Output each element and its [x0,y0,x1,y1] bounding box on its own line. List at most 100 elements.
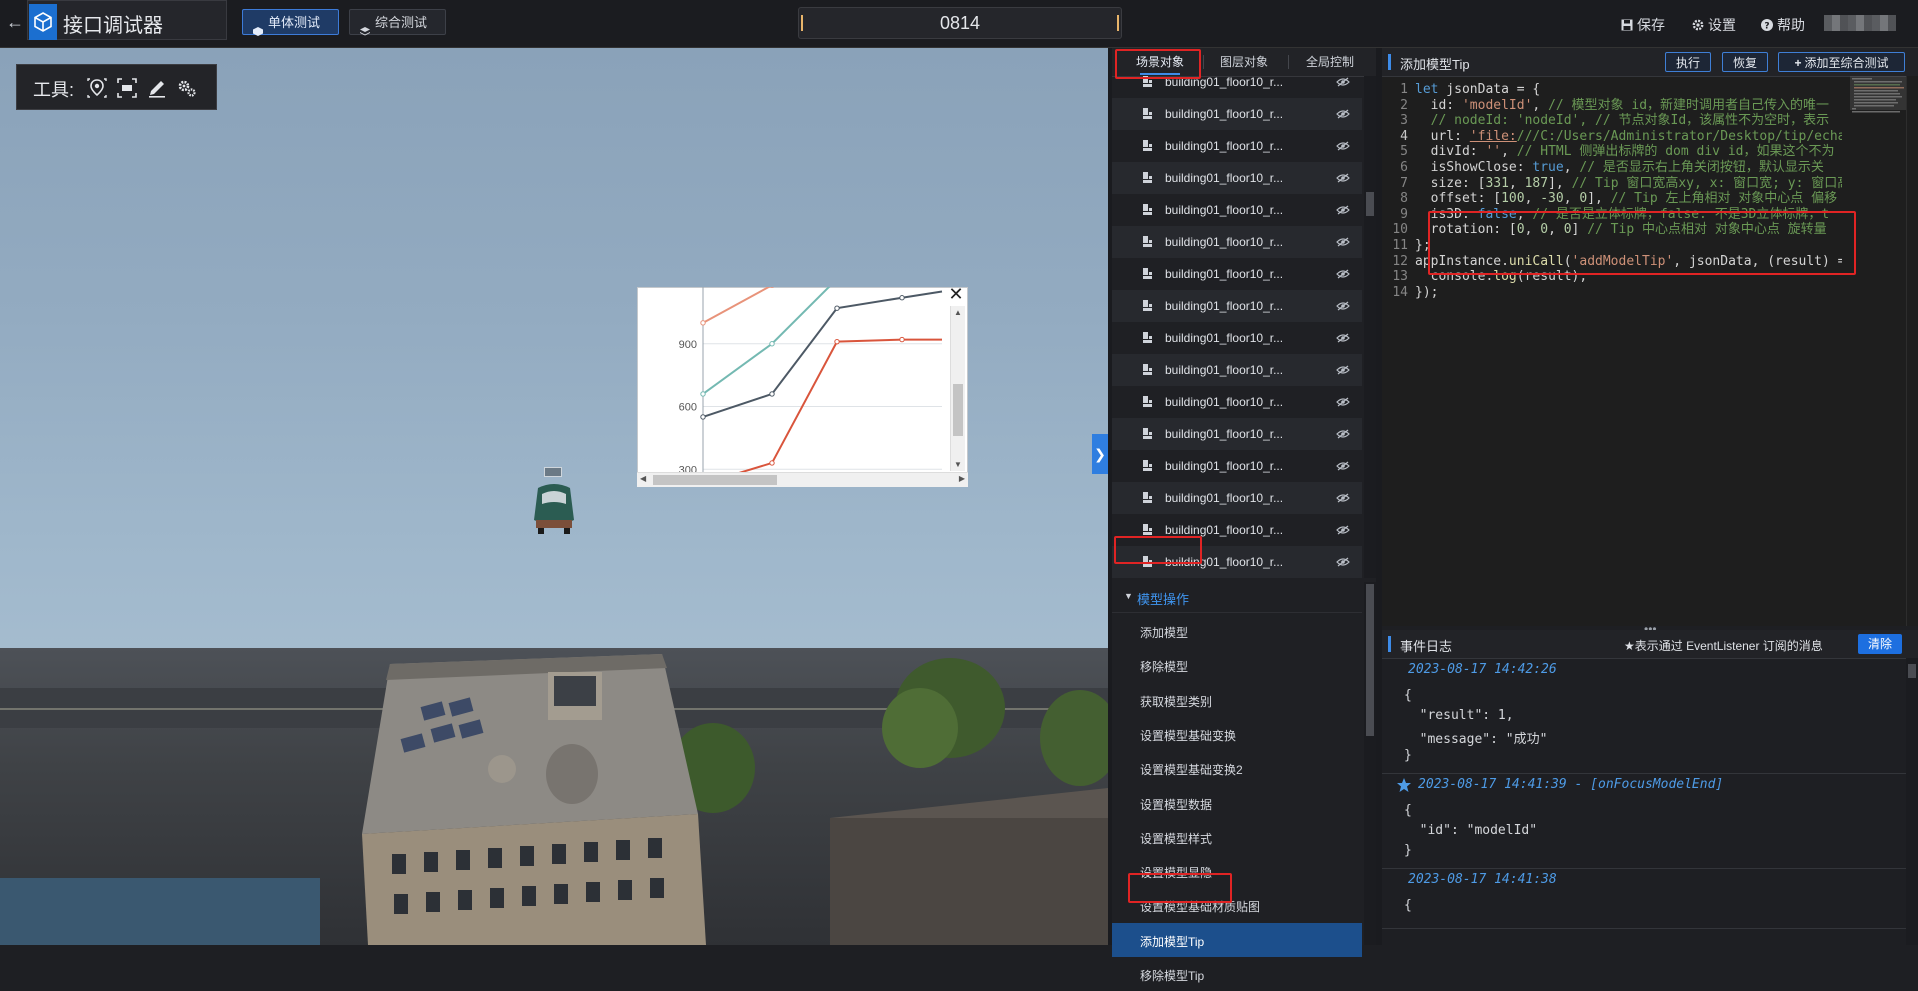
code-line[interactable]: 14}); [1382,283,1842,302]
model-op-item[interactable]: 设置模型显隐 [1112,854,1362,888]
model-op-item[interactable]: 设置模型基础变换 [1112,717,1362,751]
model-ops-scroll-thumb[interactable] [1366,584,1374,736]
scene-list-item[interactable]: building01_floor10_r... [1112,130,1362,162]
scene-list-scrollbar[interactable] [1364,76,1376,578]
code-editor[interactable]: 1let jsonData = {2 id: 'modelId', // 模型对… [1382,76,1918,626]
eye-hidden-icon[interactable] [1336,77,1350,87]
scroll-down-icon[interactable]: ▼ [954,460,962,469]
mode-unit-test-button[interactable]: 单体测试 [242,9,339,35]
scene-list-item[interactable]: building01_floor10_r... [1112,322,1362,354]
tab-scene-objects[interactable]: 场景对象 [1120,48,1200,76]
eye-hidden-icon[interactable] [1336,141,1350,151]
eye-hidden-icon[interactable] [1336,525,1350,535]
help-icon: ? [1761,18,1773,30]
eye-hidden-icon[interactable] [1336,461,1350,471]
log-json-line: } [1404,748,1412,763]
log-json-line: { [1404,898,1412,913]
eye-hidden-icon[interactable] [1336,109,1350,119]
tip-vertical-scroll-thumb[interactable] [953,384,963,436]
model-op-item[interactable]: 设置模型基础变换2 [1112,751,1362,785]
frame-select-icon[interactable] [117,78,137,98]
scroll-up-icon[interactable]: ▲ [954,308,962,317]
close-icon[interactable]: ✕ [948,286,964,302]
scene-list-item[interactable]: building01_floor10_r... [1112,482,1362,514]
restore-button[interactable]: 恢复 [1722,52,1768,72]
scene-list-item[interactable]: building01_floor10_r... [1112,194,1362,226]
eye-hidden-icon[interactable] [1336,557,1350,567]
scene-list-item[interactable]: building01_floor10_r... [1112,386,1362,418]
scroll-right-icon[interactable]: ▶ [959,474,965,483]
scene-list-item[interactable]: building01_floor10_r... [1112,98,1362,130]
tip-horizontal-scroll-thumb[interactable] [653,475,777,485]
scene-object-panel: 场景对象 图层对象 全局控制 building01_floor10_r...bu… [1112,48,1376,945]
eye-hidden-icon[interactable] [1336,365,1350,375]
model-op-item[interactable]: 添加模型Tip [1112,923,1362,957]
model-op-item[interactable]: 移除模型 [1112,648,1362,682]
scene-list-item[interactable]: building01_floor10_r... [1112,418,1362,450]
model-op-item[interactable]: 设置模型基础材质贴图 [1112,888,1362,922]
model-op-item[interactable]: 获取模型类别 [1112,683,1362,717]
eye-hidden-icon[interactable] [1336,237,1350,247]
scene-list-item[interactable]: building01_floor10_r... [1112,162,1362,194]
project-name-field[interactable]: 0814 [798,7,1122,39]
gears-icon[interactable] [177,78,197,98]
eye-hidden-icon[interactable] [1336,301,1350,311]
scene-list-scroll-thumb[interactable] [1366,192,1374,216]
minimap-viewport[interactable] [1850,76,1906,110]
scene-item-label: building01_floor10_r... [1165,299,1283,313]
tab-layer-objects[interactable]: 图层对象 [1204,48,1284,76]
save-button[interactable]: 保存 [1621,15,1665,35]
scene-tabs: 场景对象 图层对象 全局控制 [1112,48,1376,77]
eye-hidden-icon[interactable] [1336,333,1350,343]
code-scrollbar[interactable] [1906,76,1918,626]
help-button[interactable]: ?帮助 [1761,15,1805,35]
panel-collapse-handle[interactable]: ❯ [1092,434,1108,474]
tip-horizontal-scrollbar[interactable]: ◀ ▶ [637,472,968,487]
scene-item-label: building01_floor10_r... [1165,555,1283,569]
eye-hidden-icon[interactable] [1336,493,1350,503]
model-op-item[interactable]: 设置模型样式 [1112,820,1362,854]
eye-hidden-icon[interactable] [1336,205,1350,215]
clear-log-button[interactable]: 清除 [1858,634,1902,654]
scene-list-item[interactable]: building01_floor10_r... [1112,546,1362,578]
execute-button[interactable]: 执行 [1665,52,1711,72]
mode-combo-test-button[interactable]: 综合测试 [349,9,446,35]
scroll-left-icon[interactable]: ◀ [640,474,646,483]
scene-list-item[interactable]: building01_floor10_r... [1112,514,1362,546]
tab-global-control[interactable]: 全局控制 [1290,48,1370,76]
model-ops-scrollbar[interactable] [1364,582,1376,945]
pen-icon[interactable] [147,78,167,98]
scene-list-item[interactable]: building01_floor10_r... [1112,290,1362,322]
model-op-item[interactable]: 移除模型Tip [1112,957,1362,991]
locate-icon[interactable] [87,78,107,98]
eye-hidden-icon[interactable] [1336,173,1350,183]
model-node-icon [1142,492,1153,504]
model-ops-header[interactable]: ▼ 模型操作 [1112,581,1362,613]
code-minimap[interactable] [1850,76,1906,626]
eye-hidden-icon[interactable] [1336,269,1350,279]
scene-list-item[interactable]: building01_floor10_r... [1112,226,1362,258]
settings-button[interactable]: 设置 [1692,15,1736,35]
model-op-item[interactable]: 设置模型数据 [1112,786,1362,820]
model-op-item[interactable]: 添加模型 [1112,614,1362,648]
code-text: }); [1415,283,1438,302]
arrow-left-icon[interactable]: ← [4,10,26,34]
avatar[interactable] [1824,15,1896,31]
chart-point [835,306,839,310]
scene-viewport[interactable]: 工具: ❯ [0,48,1108,945]
building-model[interactable] [362,654,706,945]
car-model[interactable] [530,476,578,536]
scene-list-item[interactable]: building01_floor10_r... [1112,450,1362,482]
scene-list-item[interactable]: building01_floor10_r... [1112,354,1362,386]
chart-point [701,392,705,396]
scene-list-item[interactable]: building01_floor10_r... [1112,258,1362,290]
scene-list-item[interactable]: building01_floor10_r... [1112,76,1362,98]
tip-vertical-scrollbar[interactable]: ▲ ▼ [950,306,965,471]
eye-hidden-icon[interactable] [1336,397,1350,407]
app-title: 接口调试器 [63,9,163,38]
event-log-scroll-thumb[interactable] [1908,664,1916,678]
event-log-scrollbar[interactable] [1906,658,1918,945]
star-icon [1396,777,1412,793]
eye-hidden-icon[interactable] [1336,429,1350,439]
add-to-combo-test-button[interactable]: +添加至综合测试 [1778,52,1905,72]
